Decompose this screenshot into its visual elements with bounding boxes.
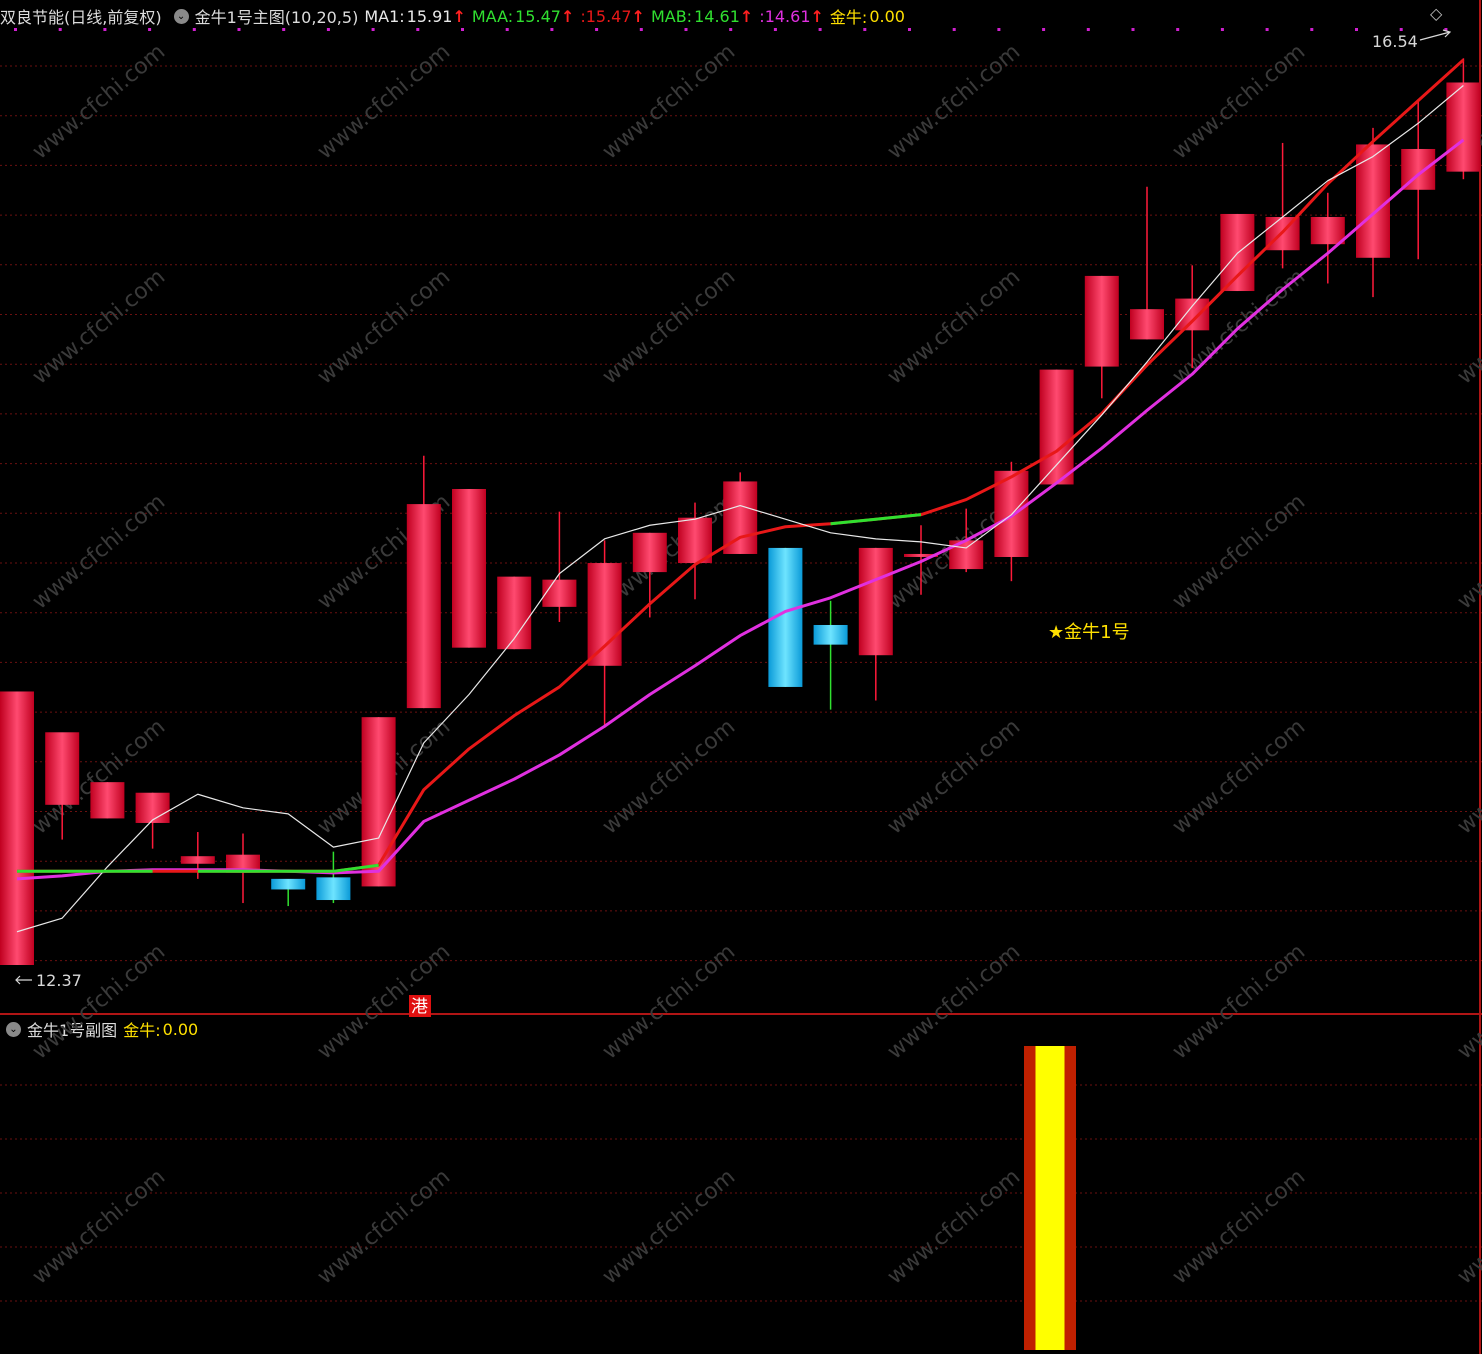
marker-dot [773, 28, 777, 31]
marker-dot [282, 28, 286, 31]
candle-body [813, 624, 848, 645]
watermark-text: www.cfchi.com [598, 39, 740, 164]
watermark-text: www.cfchi.com [1453, 264, 1482, 389]
marker-dot [461, 28, 464, 31]
marker-dot [1086, 28, 1090, 31]
watermark-layer: www.cfchi.com www.cfchi.com www.cfchi.com w… [28, 39, 1482, 1289]
watermark-text: www.cfchi.com [883, 939, 1025, 1064]
watermark-text: www.cfchi.com [313, 39, 455, 164]
marker-dot [58, 28, 62, 31]
watermark-text: www.cfchi.com [883, 264, 1025, 389]
marker-dot [416, 28, 420, 31]
marker-dot [863, 28, 867, 31]
low-arrow-icon [15, 975, 32, 985]
marker-dot [639, 28, 643, 31]
marker-dot [237, 28, 241, 31]
candle-body [542, 579, 577, 607]
marker-dot [1265, 28, 1269, 31]
marker-dot [1220, 28, 1224, 31]
watermark-text: www.cfchi.com [28, 264, 170, 389]
sub-chart [1024, 1046, 1076, 1350]
watermark-text: www.cfchi.com [1168, 939, 1310, 1064]
low-price-label: 12.37 [36, 971, 82, 990]
marker-dot [14, 28, 17, 31]
candle-body [1356, 144, 1390, 258]
candle-body [316, 877, 351, 901]
candle-body [632, 532, 667, 573]
marker-dot [148, 28, 152, 31]
watermark-text: www.cfchi.com [313, 264, 455, 389]
high-arrow-icon [1419, 29, 1452, 41]
watermark-text: www.cfchi.com [1168, 714, 1310, 839]
watermark-text: www.cfchi.com [883, 1164, 1025, 1289]
watermark-text: www.cfchi.com [28, 489, 170, 614]
candle-body [1039, 369, 1074, 485]
marker-dot [684, 28, 688, 31]
candle-body [1130, 309, 1164, 340]
high-price-label: 16.54 [1372, 32, 1418, 51]
watermark-text: www.cfchi.com [598, 939, 740, 1064]
maa-green-segment [830, 513, 922, 526]
marker-dot [326, 28, 330, 31]
watermark-text: www.cfchi.com [598, 264, 740, 389]
candle-body [587, 563, 622, 666]
candle-body [361, 717, 396, 887]
candle-body [1175, 298, 1210, 331]
candle-body [90, 782, 125, 819]
marker-dot [997, 28, 1001, 31]
candle-body [1084, 275, 1119, 367]
hk-badge-text: 港 [411, 997, 428, 1017]
watermark-text: www.cfchi.com [1168, 1164, 1310, 1289]
watermark-text: www.cfchi.com [883, 39, 1025, 164]
watermark-text: www.cfchi.com [883, 714, 1025, 839]
watermark-text: www.cfchi.com [1453, 939, 1482, 1064]
marker-dot [1399, 28, 1403, 31]
candle-body [271, 878, 306, 890]
marker-dot [550, 28, 554, 31]
candle-body [858, 547, 893, 656]
marker-dot [505, 28, 509, 31]
marker-dot [1176, 28, 1180, 31]
candle-body [406, 504, 441, 709]
watermark-text: www.cfchi.com [28, 39, 170, 164]
price-chart[interactable]: www.cfchi.com www.cfchi.com www.cfchi.com w… [0, 0, 1482, 1354]
marker-dot [1131, 28, 1135, 31]
marker-dot [729, 28, 733, 31]
watermark-text: www.cfchi.com [1453, 714, 1482, 839]
candlesticks [0, 58, 1481, 965]
candle-body [45, 732, 80, 805]
candle-body [0, 691, 34, 965]
marker-dot [952, 28, 956, 31]
watermark-text: www.cfchi.com [313, 939, 455, 1064]
marker-dot [908, 28, 911, 31]
maa-line [17, 58, 1465, 873]
watermark-text: www.cfchi.com [598, 714, 740, 839]
candle-body [135, 792, 170, 823]
marker-dot [1355, 28, 1358, 31]
candle-body [1310, 216, 1345, 245]
grid-lines [0, 0, 1482, 1354]
watermark-text: www.cfchi.com [1168, 489, 1310, 614]
signal-bar [1024, 1046, 1076, 1350]
candle-body [180, 856, 215, 864]
watermark-text: www.cfchi.com [1453, 489, 1482, 614]
maa-green-segment [197, 863, 379, 873]
marker-dot [103, 28, 107, 31]
watermark-text: www.cfchi.com [598, 1164, 740, 1289]
signal-label: ★金牛1号 [1048, 622, 1130, 643]
watermark-text: www.cfchi.com [28, 1164, 170, 1289]
marker-dot [371, 28, 375, 31]
marker-dot [818, 28, 822, 31]
candle-body [452, 488, 486, 648]
watermark-text: www.cfchi.com [1453, 1164, 1482, 1289]
watermark-text: www.cfchi.com [28, 939, 170, 1064]
marker-dot [1042, 28, 1046, 31]
watermark-text: www.cfchi.com [1168, 39, 1310, 164]
marker-dot [192, 28, 196, 31]
watermark-text: www.cfchi.com [313, 1164, 455, 1289]
marker-dot [1310, 28, 1314, 31]
marker-dot [595, 28, 599, 31]
